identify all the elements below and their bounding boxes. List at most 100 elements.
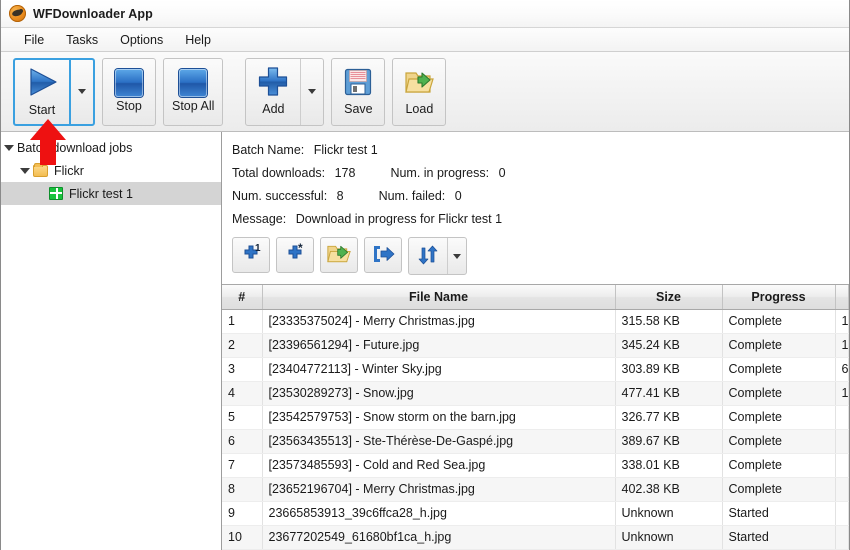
load-button[interactable]: Load — [392, 57, 447, 126]
cell-progress: Complete — [722, 477, 836, 502]
table-row[interactable]: 3 [23404772113] - Winter Sky.jpg 303.89 … — [222, 357, 849, 382]
main-toolbar: Start Stop Stop All Add Save Load — [1, 52, 849, 132]
cell-extra — [835, 501, 849, 526]
cell-size: 402.38 KB — [615, 477, 723, 502]
table-row[interactable]: 8 [23652196704] - Merry Christmas.jpg 40… — [222, 477, 849, 502]
stop-all-button[interactable]: Stop All — [163, 57, 224, 126]
add-button-label: Add — [262, 102, 285, 117]
column-header-progress[interactable]: Progress — [722, 285, 836, 310]
cell-progress: Complete — [722, 453, 836, 478]
add-multiple-links-button[interactable]: * — [276, 237, 314, 273]
table-row[interactable]: 6 [23563435513] - Ste-Thérèse-De-Gaspé.j… — [222, 429, 849, 454]
expand-caret-icon[interactable] — [1, 144, 17, 151]
cell-filename: [23573485593] - Cold and Red Sea.jpg — [262, 453, 616, 478]
add-dropdown-button[interactable] — [301, 59, 323, 125]
tree-item-flickr[interactable]: Flickr — [1, 159, 221, 182]
add-button[interactable]: Add — [246, 59, 300, 125]
table-row[interactable]: 2 [23396561294] - Future.jpg 345.24 KB C… — [222, 333, 849, 358]
successful-value: 8 — [336, 189, 344, 203]
failed-label: Num. failed: — [378, 189, 446, 203]
export-arrow-icon — [370, 243, 396, 268]
cell-filename: [23530289273] - Snow.jpg — [262, 381, 616, 406]
add-single-link-button[interactable]: 1 — [232, 237, 270, 273]
cell-progress: Complete — [722, 309, 836, 334]
grid-green-icon — [49, 187, 63, 200]
cell-extra: 12 — [835, 381, 849, 406]
menu-item-options[interactable]: Options — [109, 31, 174, 49]
chevron-down-icon — [308, 89, 317, 94]
cell-size: 389.67 KB — [615, 429, 723, 454]
jobs-tree-panel: Batch download jobs Flickr Flickr test 1 — [1, 119, 222, 550]
refresh-split-button — [408, 237, 467, 275]
batch-name-value: Flickr test 1 — [313, 143, 378, 157]
folder-open-arrow-icon — [326, 242, 352, 269]
svg-text:*: * — [298, 242, 303, 255]
menu-item-tasks[interactable]: Tasks — [55, 31, 109, 49]
cell-filename: [23542579753] - Snow storm on the barn.j… — [262, 405, 616, 430]
refresh-button[interactable] — [409, 238, 447, 274]
chevron-down-icon — [78, 89, 86, 94]
start-button[interactable]: Start — [15, 60, 69, 124]
application-window: WFDownloader App File Tasks Options Help — [0, 0, 850, 550]
export-button[interactable] — [364, 237, 402, 273]
cell-index: 8 — [222, 477, 263, 502]
total-downloads-value: 178 — [334, 166, 356, 180]
cell-progress: Complete — [722, 357, 836, 382]
refresh-dropdown-button[interactable] — [448, 238, 466, 274]
expand-caret-icon[interactable] — [17, 167, 33, 174]
table-row[interactable]: 7 [23573485593] - Cold and Red Sea.jpg 3… — [222, 453, 849, 478]
stop-all-button-label: Stop All — [172, 99, 215, 114]
batch-name-label: Batch Name: — [232, 143, 305, 157]
cell-extra — [835, 429, 849, 454]
cell-extra — [835, 477, 849, 502]
totals-row: Total downloads: 178 Num. in progress: 0 — [232, 166, 849, 180]
title-bar: WFDownloader App — [1, 0, 849, 28]
downloads-table: # File Name Size Progress 1 [23335375024… — [222, 285, 849, 550]
table-row[interactable]: 5 [23542579753] - Snow storm on the barn… — [222, 405, 849, 430]
cell-index: 7 — [222, 453, 263, 478]
cell-progress: Started — [722, 501, 836, 526]
cell-size: Unknown — [615, 501, 723, 526]
stop-button[interactable]: Stop — [102, 57, 156, 126]
job-toolbar: 1 * — [222, 235, 849, 284]
cell-index: 3 — [222, 357, 263, 382]
folder-icon — [33, 162, 48, 177]
start-dropdown-button[interactable] — [71, 60, 93, 124]
save-button[interactable]: Save — [331, 57, 386, 126]
downloads-table-body: 1 [23335375024] - Merry Christmas.jpg 31… — [222, 309, 849, 550]
start-button-label: Start — [28, 102, 56, 117]
column-header-extra[interactable] — [835, 285, 849, 310]
cell-index: 5 — [222, 405, 263, 430]
column-header-size[interactable]: Size — [615, 285, 723, 310]
cell-filename: 23677202549_61680bf1ca_h.jpg — [262, 525, 616, 550]
message-label: Message: — [232, 212, 287, 226]
tree-item-flickr-test-1[interactable]: Flickr test 1 — [1, 182, 221, 205]
table-row[interactable]: 9 23665853913_39c6ffca28_h.jpg Unknown S… — [222, 501, 849, 526]
table-row[interactable]: 10 23677202549_61680bf1ca_h.jpg Unknown … — [222, 525, 849, 550]
app-logo-icon — [9, 5, 26, 22]
cell-extra: 18 — [835, 333, 849, 358]
in-progress-label: Num. in progress: — [390, 166, 490, 180]
cell-progress: Complete — [722, 405, 836, 430]
tree-item-label: Batch download jobs — [17, 140, 133, 155]
cell-filename: [23404772113] - Winter Sky.jpg — [262, 357, 616, 382]
tree-item-batch-download-jobs[interactable]: Batch download jobs — [1, 136, 221, 159]
stop-square-icon — [115, 69, 143, 98]
cell-index: 2 — [222, 333, 263, 358]
cell-filename: [23563435513] - Ste-Thérèse-De-Gaspé.jpg — [262, 429, 616, 454]
stop-button-label: Stop — [116, 99, 142, 114]
column-header-filename[interactable]: File Name — [262, 285, 616, 310]
downloads-table-container[interactable]: # File Name Size Progress 1 [23335375024… — [222, 284, 849, 550]
chevron-down-icon — [453, 253, 461, 259]
menu-item-file[interactable]: File — [13, 31, 55, 49]
open-folder-button[interactable] — [320, 237, 358, 273]
column-header-index[interactable]: # — [222, 285, 263, 310]
cell-filename: [23652196704] - Merry Christmas.jpg — [262, 477, 616, 502]
svg-text:1: 1 — [255, 243, 261, 254]
cell-size: 326.77 KB — [615, 405, 723, 430]
table-row[interactable]: 1 [23335375024] - Merry Christmas.jpg 31… — [222, 309, 849, 334]
cell-extra — [835, 525, 849, 550]
table-row[interactable]: 4 [23530289273] - Snow.jpg 477.41 KB Com… — [222, 381, 849, 406]
cell-progress: Complete — [722, 333, 836, 358]
menu-item-help[interactable]: Help — [174, 31, 222, 49]
